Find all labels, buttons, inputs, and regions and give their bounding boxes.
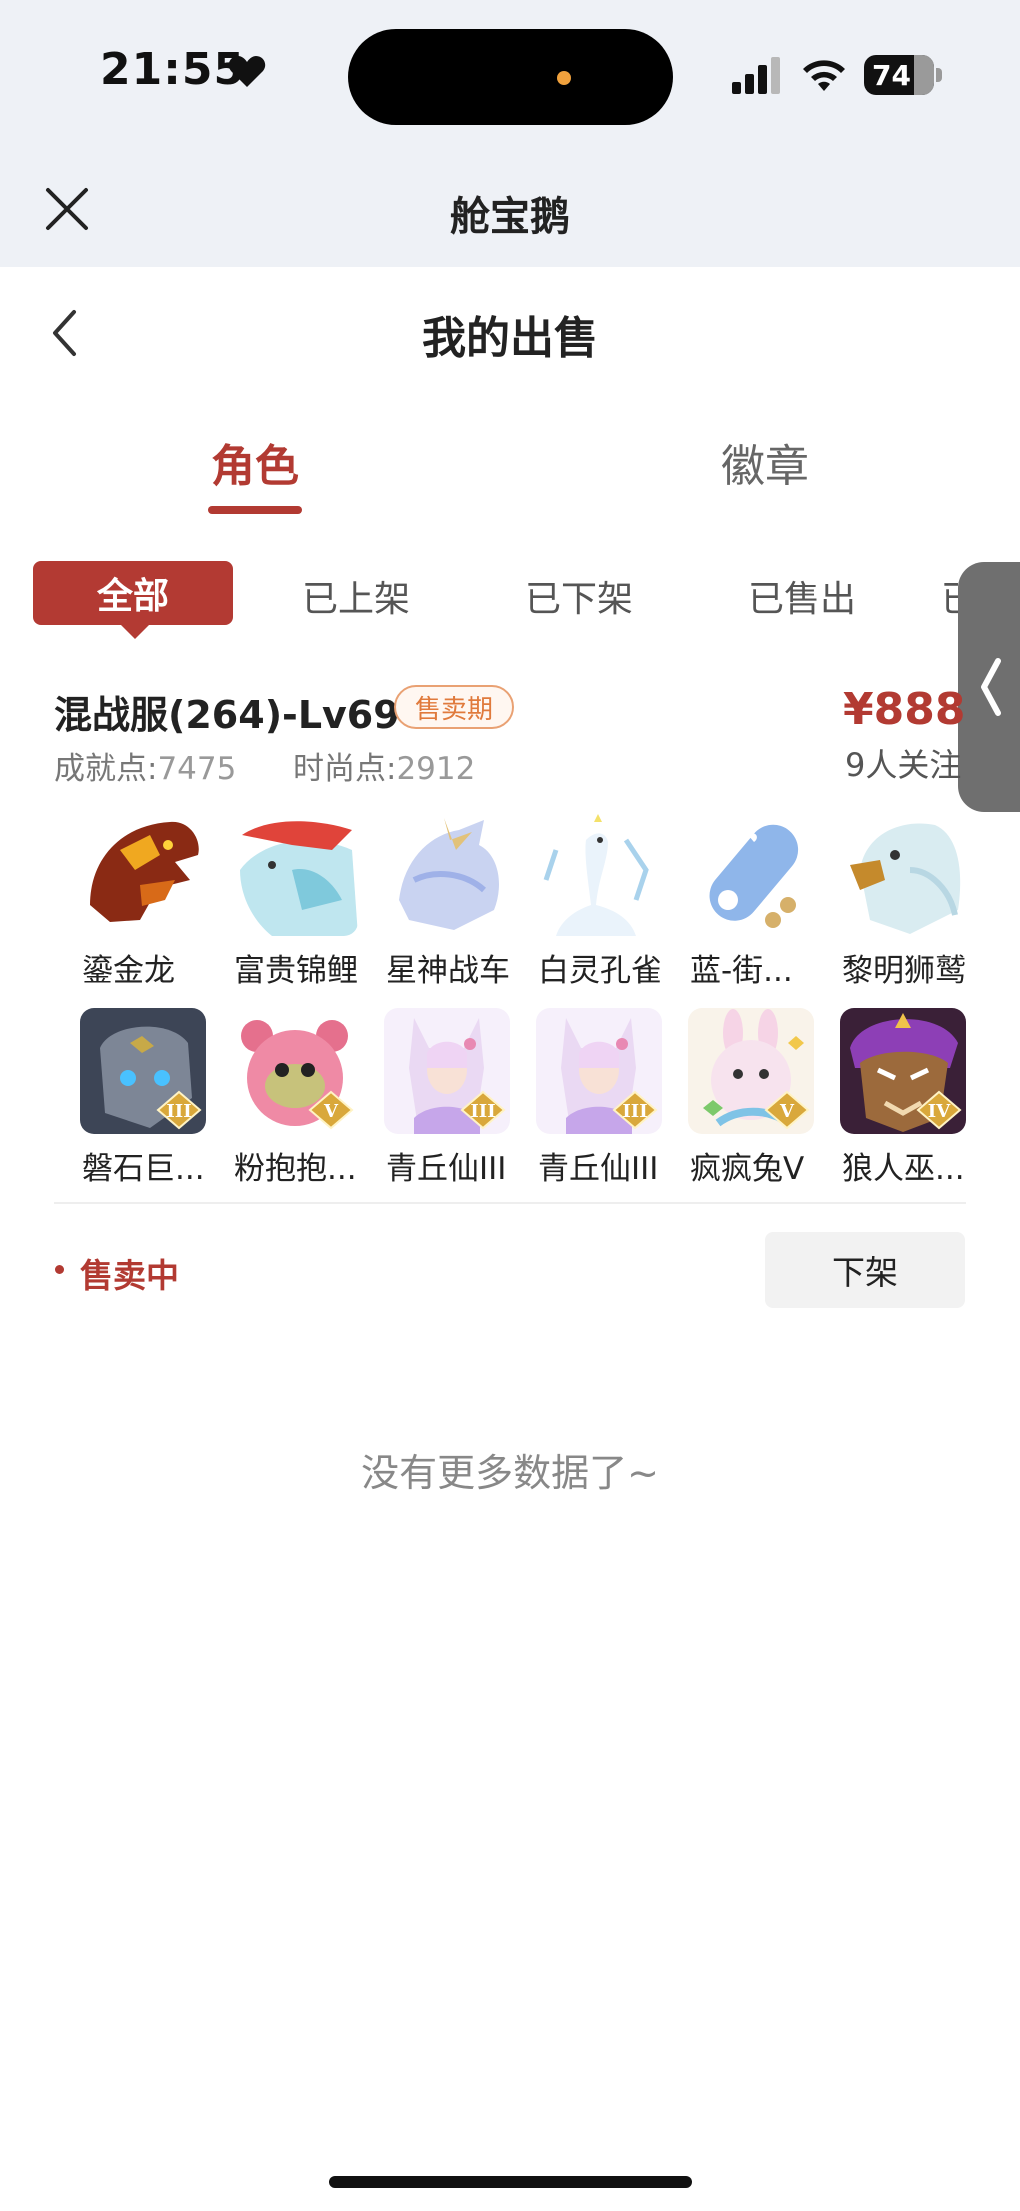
item-white-peacock[interactable] xyxy=(536,810,662,936)
griffin-icon xyxy=(840,810,966,936)
filter-listed[interactable]: 已上架 xyxy=(302,570,410,622)
koi-fish-icon xyxy=(232,810,358,936)
active-tab-indicator xyxy=(208,506,302,514)
svg-text:III: III xyxy=(622,1101,647,1122)
item-koi[interactable] xyxy=(232,810,358,936)
wifi-icon xyxy=(803,60,845,91)
item-golden-dragon[interactable] xyxy=(80,810,206,936)
level-badge-iii: III xyxy=(460,1090,506,1130)
white-peacock-icon xyxy=(536,810,662,936)
battery-icon: 74 xyxy=(864,55,934,95)
filter-delisted[interactable]: 已下架 xyxy=(525,570,633,622)
stone-giant-icon: III xyxy=(80,1008,206,1134)
item-label: 疯疯兔V xyxy=(690,1151,805,1187)
werewolf-icon: IV xyxy=(840,1008,966,1134)
item-star-chariot[interactable] xyxy=(384,810,510,936)
side-drawer-handle[interactable] xyxy=(958,562,1020,812)
item-label: 富贵锦鲤 xyxy=(234,953,358,989)
svg-text:V: V xyxy=(323,1101,339,1122)
svg-text:IV: IV xyxy=(928,1101,951,1122)
svg-text:III: III xyxy=(470,1101,495,1122)
status-time: 21:55 xyxy=(100,44,246,95)
status-badge: 售卖期 xyxy=(394,685,514,729)
item-label: 狼人巫... xyxy=(842,1151,965,1187)
item-label: 磐石巨... xyxy=(82,1151,205,1187)
item-werewolf[interactable]: IV xyxy=(840,1008,966,1134)
filter-pointer xyxy=(119,623,151,639)
golden-dragon-icon xyxy=(80,810,206,936)
item-stone-giant[interactable]: III xyxy=(80,1008,206,1134)
tab-badge[interactable]: 徽章 xyxy=(700,430,830,494)
item-skateboard[interactable] xyxy=(688,810,814,936)
star-chariot-icon xyxy=(384,810,510,936)
item-label: 黎明狮鹫 xyxy=(842,953,966,989)
filter-more[interactable]: 已 xyxy=(941,570,958,622)
svg-text:V: V xyxy=(779,1101,795,1122)
listing-price: ¥888 xyxy=(843,684,966,735)
item-label: 青丘仙III xyxy=(386,1151,507,1187)
filter-sold[interactable]: 已售出 xyxy=(748,570,856,622)
fashion-label: 时尚点: xyxy=(293,751,397,787)
follower-count: 9人关注 xyxy=(845,746,962,784)
listing-title: 混战服(264)-Lv69 xyxy=(54,693,400,737)
item-label: 星神战车 xyxy=(386,953,510,989)
battery-tip xyxy=(936,68,942,82)
skateboard-icon xyxy=(688,810,814,936)
svg-text:III: III xyxy=(166,1101,191,1122)
status-dot xyxy=(55,1265,64,1274)
page-title: 我的出售 xyxy=(422,313,598,364)
achievement-points: 成就点:7475 xyxy=(54,743,236,788)
divider xyxy=(54,1202,966,1204)
item-label: 蓝-街... xyxy=(690,953,793,989)
item-fox-fairy-2[interactable]: III xyxy=(536,1008,662,1134)
item-label: 白灵孔雀 xyxy=(538,953,662,989)
level-badge-iii: III xyxy=(156,1090,202,1130)
item-crazy-rabbit[interactable]: V xyxy=(688,1008,814,1134)
fashion-points: 时尚点:2912 xyxy=(293,743,475,788)
delist-button[interactable]: 下架 xyxy=(765,1232,965,1308)
item-fox-fairy-1[interactable]: III xyxy=(384,1008,510,1134)
achievement-label: 成就点: xyxy=(54,751,158,787)
home-indicator[interactable] xyxy=(329,2176,692,2188)
dynamic-island xyxy=(348,29,673,125)
filter-all[interactable]: 全部 xyxy=(33,561,233,625)
item-pink-bear[interactable]: V xyxy=(232,1008,358,1134)
tab-role[interactable]: 角色 xyxy=(190,430,320,494)
cellular-signal-icon xyxy=(732,57,780,94)
fashion-value: 2912 xyxy=(396,751,476,787)
level-badge-v: V xyxy=(764,1090,810,1130)
level-badge-v: V xyxy=(308,1090,354,1130)
item-label: 青丘仙III xyxy=(538,1151,659,1187)
app-title: 舱宝鹅 xyxy=(450,194,570,240)
item-label: 粉抱抱... xyxy=(234,1151,357,1187)
level-badge-iv: IV xyxy=(916,1090,962,1130)
pink-bear-icon: V xyxy=(232,1008,358,1134)
sale-status: 售卖中 xyxy=(80,1256,179,1295)
level-badge-iii: III xyxy=(612,1090,658,1130)
no-more-data: 没有更多数据了~ xyxy=(361,1451,659,1495)
crazy-rabbit-icon: V xyxy=(688,1008,814,1134)
heart-icon xyxy=(228,56,266,87)
achievement-value: 7475 xyxy=(157,751,237,787)
item-label: 鎏金龙 xyxy=(82,953,175,989)
fox-fairy-icon: III xyxy=(536,1008,662,1134)
chevron-left-icon xyxy=(981,658,1001,716)
item-griffin[interactable] xyxy=(840,810,966,936)
fox-fairy-icon: III xyxy=(384,1008,510,1134)
privacy-indicator-dot xyxy=(557,71,571,85)
